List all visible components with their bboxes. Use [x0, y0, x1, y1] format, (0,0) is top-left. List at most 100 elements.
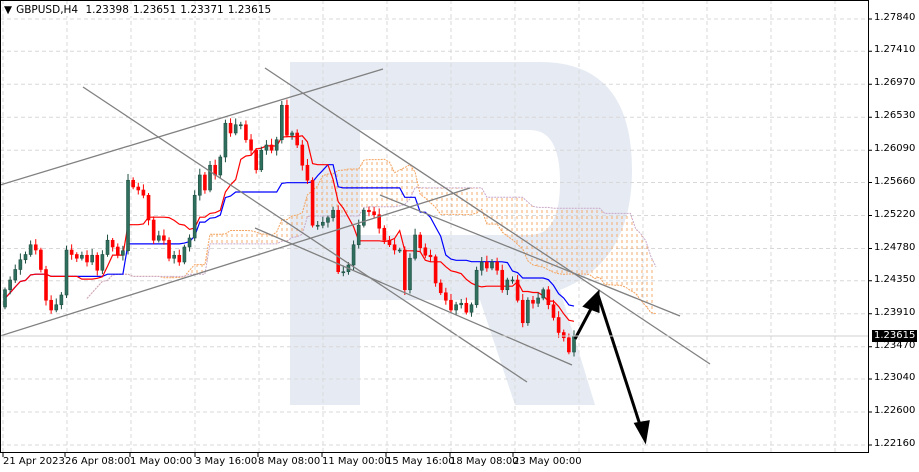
bullish-candle [541, 289, 546, 299]
bullish-candle [23, 254, 28, 261]
bearish-candle [49, 299, 53, 311]
bullish-candle [454, 304, 458, 311]
bearish-candle [74, 254, 79, 259]
bearish-candle [464, 302, 469, 313]
bearish-candle [551, 304, 556, 318]
bearish-candle [449, 299, 453, 311]
collapse-triangle-icon[interactable]: ▼ [4, 4, 12, 16]
bullish-candle [233, 124, 238, 134]
bullish-candle [172, 254, 176, 259]
bullish-candle [8, 279, 12, 291]
current-price-tag: 1.23615 [872, 330, 918, 342]
bearish-candle [418, 234, 423, 249]
time-tick-label: 3 May 16:00 [195, 456, 258, 467]
time-tick-label: 18 May 08:00 [450, 456, 519, 467]
price-tick-label: 1.22160 [874, 438, 916, 449]
bearish-candle [392, 244, 397, 251]
ohlc-high: 1.23651 [132, 4, 177, 16]
bullish-candle [351, 244, 356, 266]
time-tick-label: 1 May 00:00 [130, 456, 193, 467]
bullish-candle [28, 244, 33, 255]
price-tick-label: 1.23910 [874, 306, 916, 318]
bearish-candle [567, 337, 571, 353]
arrow-down [596, 294, 643, 429]
bullish-candle [80, 254, 84, 259]
bullish-candle [469, 304, 474, 313]
bearish-candle [336, 209, 340, 273]
bearish-candle [372, 211, 376, 216]
bullish-candle [331, 209, 335, 219]
bearish-candle [515, 279, 520, 301]
bullish-candle [156, 235, 161, 241]
arrow-down-head [633, 420, 650, 445]
bearish-candle [295, 132, 299, 146]
bullish-candle [197, 174, 202, 196]
bullish-candle [474, 269, 479, 306]
time-tick-label: 26 Apr 08:00 [65, 456, 131, 467]
bullish-candle [408, 257, 412, 291]
bearish-candle [244, 124, 248, 141]
bullish-candle [239, 124, 243, 127]
bullish-candle [274, 139, 279, 151]
bearish-candle [300, 144, 305, 166]
bullish-candle [54, 304, 59, 311]
time-tick-label: 11 May 00:00 [322, 456, 391, 467]
bullish-candle [341, 271, 346, 274]
bearish-candle [249, 139, 253, 151]
ohlc-open: 1.23398 [85, 4, 129, 16]
bearish-candle [433, 256, 438, 284]
bullish-candle [105, 239, 110, 255]
bearish-candle [69, 249, 74, 255]
bearish-candle [228, 122, 233, 134]
bullish-candle [536, 297, 540, 304]
bullish-candle [187, 237, 192, 248]
bullish-candle [326, 217, 330, 223]
price-chart[interactable] [0, 0, 919, 472]
bearish-candle [141, 189, 146, 196]
bearish-candle [531, 299, 535, 304]
price-tick-label: 1.25220 [874, 208, 916, 220]
price-tick-label: 1.24350 [874, 273, 916, 285]
bullish-candle [64, 249, 69, 296]
bearish-candle [167, 239, 171, 259]
bearish-candle [269, 144, 274, 151]
bullish-candle [264, 144, 269, 151]
bearish-candle [403, 249, 407, 291]
bearish-candle [428, 254, 433, 258]
bullish-candle [223, 122, 228, 158]
bullish-candle [510, 279, 515, 282]
bearish-candle [485, 261, 489, 269]
price-tick-label: 1.27410 [874, 44, 916, 56]
bearish-candle [95, 254, 100, 271]
bearish-candle [203, 174, 207, 191]
bullish-candle [208, 164, 212, 191]
bearish-candle [367, 209, 371, 213]
bearish-candle [85, 254, 89, 263]
bullish-candle [218, 156, 223, 176]
bullish-candle [3, 289, 7, 308]
ohlc-low: 1.23371 [180, 4, 224, 16]
symbol-label: GBPUSD,H4 [16, 4, 79, 16]
bullish-candle [280, 104, 284, 141]
bullish-candle [356, 224, 361, 246]
bearish-candle [39, 249, 43, 270]
bearish-candle [520, 299, 525, 324]
time-tick-label: 15 May 16:00 [386, 456, 455, 467]
bullish-candle [397, 249, 402, 252]
bearish-candle [151, 219, 156, 241]
bullish-candle [121, 250, 125, 256]
bearish-candle [285, 104, 289, 136]
bearish-candle [254, 149, 258, 171]
bearish-candle [131, 179, 135, 188]
bullish-candle [315, 224, 320, 227]
bullish-candle [321, 221, 325, 226]
bearish-candle [561, 332, 566, 339]
bullish-candle [526, 299, 530, 324]
chart-header: ▼ GBPUSD,H4 1.23398 1.23651 1.23371 1.23615 [4, 4, 276, 16]
price-tick-label: 1.26530 [874, 110, 916, 122]
bullish-candle [259, 149, 264, 171]
bullish-candle [290, 132, 294, 136]
bearish-candle [500, 269, 505, 291]
price-tick-label: 1.26090 [874, 143, 916, 155]
bullish-candle [459, 302, 464, 306]
